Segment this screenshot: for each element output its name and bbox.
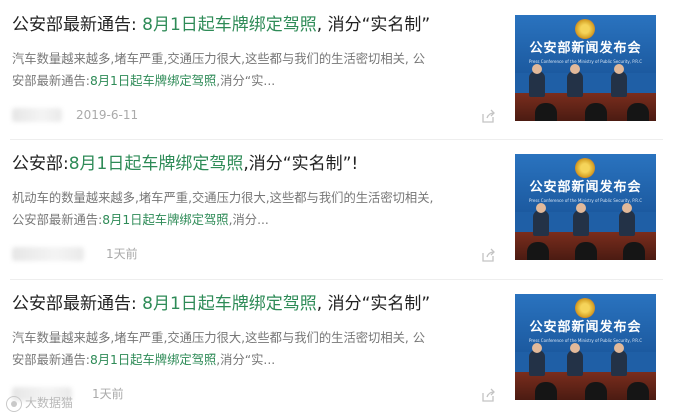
title-text: 公安部: bbox=[12, 154, 69, 174]
abstract-line: 公安部最新通告:8月1日起车牌绑定驾照,消分... bbox=[12, 209, 504, 231]
thumb-banner-text: 公安部新闻发布会 bbox=[529, 320, 642, 335]
thumb-banner-text: 公安部新闻发布会 bbox=[529, 41, 642, 56]
thumb-person bbox=[573, 203, 589, 236]
thumb-person bbox=[611, 343, 627, 376]
article-card[interactable]: 公安部最新通告: 8月1日起车牌绑定驾照, 消分“实名制” 汽车数量越来越多,堵… bbox=[0, 0, 673, 139]
abstract-line: 机动车的数量越来越多,堵车严重,交通压力很大,这些都与我们的生活密切相关, bbox=[12, 191, 434, 205]
article-title[interactable]: 公安部最新通告: 8月1日起车牌绑定驾照, 消分“实名制” bbox=[12, 14, 504, 36]
thumb-audience bbox=[627, 103, 649, 121]
watermark: 大数据猫 bbox=[6, 394, 73, 412]
abstract-text: 公安部最新通告: bbox=[12, 213, 103, 227]
article-thumbnail[interactable]: 公安部新闻发布会 Press Conference of the Ministr… bbox=[515, 294, 656, 400]
article-meta: 1天前 bbox=[12, 243, 504, 265]
thumb-audience bbox=[575, 242, 597, 260]
article-abstract: 汽车数量越来越多,堵车严重,交通压力很大,这些都与我们的生活密切相关, 公 安部… bbox=[12, 48, 504, 92]
abstract-line: 汽车数量越来越多,堵车严重,交通压力很大,这些都与我们的生活密切相关, 公 bbox=[12, 52, 426, 66]
abstract-text: ,消分“实... bbox=[216, 353, 276, 367]
share-icon[interactable] bbox=[480, 387, 496, 403]
article-abstract: 机动车的数量越来越多,堵车严重,交通压力很大,这些都与我们的生活密切相关, 公安… bbox=[12, 187, 504, 231]
thumb-person bbox=[567, 343, 583, 376]
police-emblem-icon bbox=[575, 158, 595, 178]
abstract-text: 安部最新通告: bbox=[12, 353, 90, 367]
watermark-text: 大数据猫 bbox=[25, 396, 74, 410]
thumb-audience bbox=[627, 382, 649, 400]
thumb-audience bbox=[585, 103, 607, 121]
abstract-text: ,消分“实... bbox=[216, 74, 276, 88]
article-title[interactable]: 公安部最新通告: 8月1日起车牌绑定驾照, 消分“实名制” bbox=[12, 293, 504, 315]
article-title[interactable]: 公安部:8月1日起车牌绑定驾照,消分“实名制”! bbox=[12, 153, 504, 175]
watermark-logo-icon bbox=[6, 395, 22, 412]
title-text: , 消分“实名制” bbox=[316, 294, 431, 314]
thumb-audience bbox=[535, 103, 557, 121]
share-icon[interactable] bbox=[480, 247, 496, 263]
abstract-line: 安部最新通告:8月1日起车牌绑定驾照,消分“实... bbox=[12, 70, 504, 92]
article-abstract: 汽车数量越来越多,堵车严重,交通压力很大,这些都与我们的生活密切相关, 公 安部… bbox=[12, 327, 504, 371]
publish-date: 1天前 bbox=[92, 387, 124, 401]
title-text: 公安部最新通告: bbox=[12, 15, 143, 35]
abstract-line: 汽车数量越来越多,堵车严重,交通压力很大,这些都与我们的生活密切相关, 公 bbox=[12, 331, 426, 345]
abstract-highlight: 8月1日起车牌绑定驾照 bbox=[102, 213, 229, 227]
thumb-audience bbox=[527, 242, 549, 260]
police-emblem-icon bbox=[575, 19, 595, 39]
publish-date: 2019-6-11 bbox=[76, 108, 139, 122]
article-thumbnail[interactable]: 公安部新闻发布会 Press Conference of the Ministr… bbox=[515, 15, 656, 121]
thumb-person bbox=[567, 64, 583, 97]
share-icon[interactable] bbox=[480, 108, 496, 124]
article-card[interactable]: 公安部最新通告: 8月1日起车牌绑定驾照, 消分“实名制” 汽车数量越来越多,堵… bbox=[0, 279, 673, 418]
thumb-person bbox=[529, 343, 545, 376]
title-text: 公安部最新通告: bbox=[12, 294, 143, 314]
thumb-banner-text: 公安部新闻发布会 bbox=[529, 180, 642, 195]
title-text: , 消分“实名制” bbox=[316, 15, 431, 35]
thumb-person bbox=[619, 203, 635, 236]
abstract-highlight: 8月1日起车牌绑定驾照 bbox=[89, 74, 217, 88]
abstract-line: 安部最新通告:8月1日起车牌绑定驾照,消分“实... bbox=[12, 349, 504, 371]
title-highlight: 8月1日起车牌绑定驾照 bbox=[142, 294, 317, 314]
article-meta: 1天前 bbox=[12, 383, 504, 405]
title-highlight: 8月1日起车牌绑定驾照 bbox=[68, 154, 244, 174]
thumb-audience bbox=[535, 382, 557, 400]
title-highlight: 8月1日起车牌绑定驾照 bbox=[142, 15, 317, 35]
source-name-blurred bbox=[12, 108, 62, 122]
publish-date: 1天前 bbox=[106, 247, 138, 261]
thumb-audience bbox=[623, 242, 645, 260]
police-emblem-icon bbox=[575, 298, 595, 318]
thumb-person bbox=[529, 64, 545, 97]
thumb-audience bbox=[585, 382, 607, 400]
thumb-person bbox=[533, 203, 549, 236]
article-thumbnail[interactable]: 公安部新闻发布会 Press Conference of the Ministr… bbox=[515, 154, 656, 260]
source-name-blurred bbox=[12, 247, 84, 261]
abstract-highlight: 8月1日起车牌绑定驾照 bbox=[89, 353, 217, 367]
article-card[interactable]: 公安部:8月1日起车牌绑定驾照,消分“实名制”! 机动车的数量越来越多,堵车严重… bbox=[0, 139, 673, 278]
thumb-person bbox=[611, 64, 627, 97]
thumb-subtitle-text: Press Conference of the Ministry of Publ… bbox=[528, 198, 642, 203]
article-meta: 2019-6-11 bbox=[12, 104, 504, 126]
abstract-text: 安部最新通告: bbox=[12, 74, 90, 88]
title-text: ,消分“实名制”! bbox=[243, 154, 359, 174]
abstract-text: ,消分... bbox=[228, 213, 269, 227]
